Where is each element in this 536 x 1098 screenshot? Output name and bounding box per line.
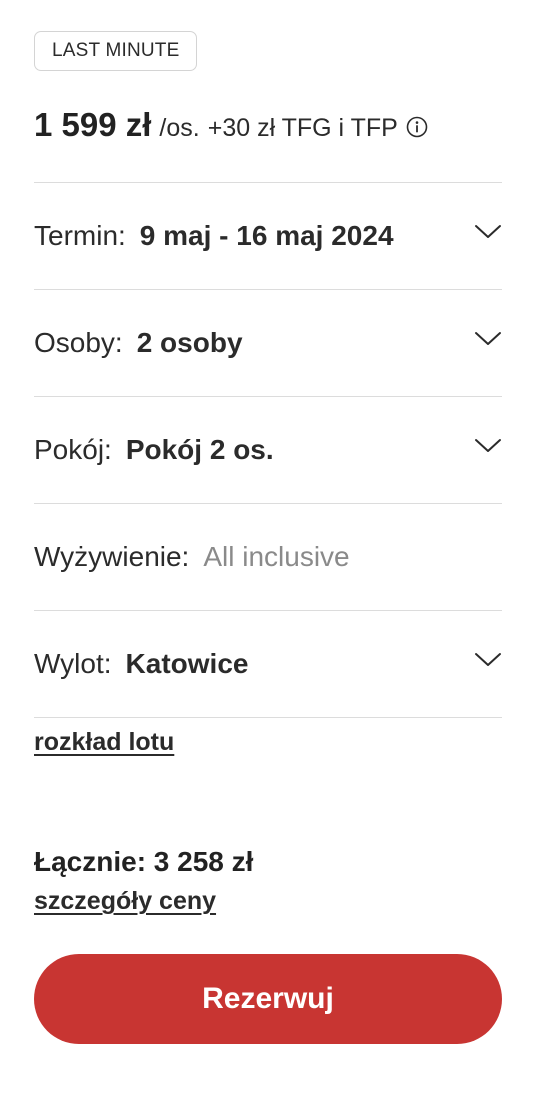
last-minute-badge: LAST MINUTE [34,31,198,71]
total-price: Łącznie: 3 258 zł [34,846,254,877]
persons-select[interactable]: Osoby: 2 osoby [34,290,502,396]
room-value: Pokój 2 os. [125,434,274,465]
departure-value: Katowice [125,648,249,679]
price-extra-fees: +30 zł TFG i TFP [207,114,398,142]
persons-label: Osoby: [34,327,123,358]
term-value: 9 maj - 16 maj 2024 [139,220,394,251]
board-field: Wyżywienie: All inclusive [34,504,502,610]
departure-select[interactable]: Wylot: Katowice [34,611,502,717]
room-label: Pokój: [34,434,112,465]
room-select[interactable]: Pokój: Pokój 2 os. [34,397,502,503]
price-unit: /os. [159,114,200,142]
chevron-down-icon [475,653,501,666]
price-row: 1 599 zł /os. +30 zł TFG i TFP [34,106,428,154]
board-label: Wyżywienie: [34,541,190,572]
persons-value: 2 osoby [136,327,243,358]
divider [34,717,502,718]
info-circle-icon[interactable] [406,116,428,138]
departure-label: Wylot: [34,648,112,679]
flight-schedule-link[interactable]: rozkład lotu [34,728,174,757]
book-button[interactable]: Rezerwuj [34,954,502,1044]
chevron-down-icon [475,332,501,345]
term-label: Termin: [34,220,126,251]
price-details-link[interactable]: szczegóły ceny [34,887,216,916]
term-select[interactable]: Termin: 9 maj - 16 maj 2024 [34,183,502,289]
price-per-person: 1 599 zł [34,106,152,143]
chevron-down-icon [475,439,501,452]
chevron-down-icon [475,225,501,238]
board-value: All inclusive [203,541,350,572]
